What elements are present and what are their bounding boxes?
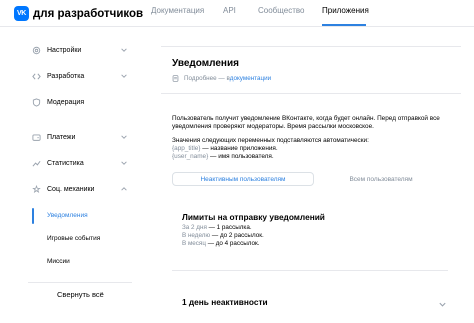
sidebar-subitem-game-events[interactable]: Игровые события bbox=[47, 235, 100, 242]
sidebar-item-label: Соц. механики bbox=[47, 185, 95, 193]
limit-row: За 2 дня — 1 рассылка. bbox=[182, 224, 252, 231]
content-divider bbox=[161, 93, 461, 94]
inactivity-section-title[interactable]: 1 день неактивности bbox=[182, 297, 268, 307]
sidebar-item-settings[interactable]: Настройки bbox=[32, 43, 128, 57]
limit-label: В месяц bbox=[182, 240, 206, 247]
social-icon bbox=[32, 184, 41, 194]
vk-logo-icon: VK bbox=[14, 6, 29, 21]
section-divider bbox=[172, 270, 448, 271]
shield-icon bbox=[32, 97, 41, 107]
var-name: {user_name} bbox=[172, 153, 209, 160]
tab-all-users[interactable]: Всем пользователям bbox=[314, 172, 448, 186]
description-line-1: Пользователь получит уведомление ВКонтак… bbox=[172, 115, 440, 122]
sidebar-item-label: Настройки bbox=[47, 46, 82, 54]
limit-value: — до 2 рассылок. bbox=[210, 232, 264, 239]
document-icon bbox=[172, 75, 179, 82]
top-header: VK для разработчиков Документация API Со… bbox=[0, 0, 474, 27]
limit-row: В месяц — до 4 рассылок. bbox=[182, 240, 260, 247]
documentation-link[interactable]: документации bbox=[230, 75, 271, 82]
var-desc: — имя пользователя. bbox=[208, 153, 274, 160]
tab-inactive-users[interactable]: Неактивным пользователям bbox=[172, 172, 314, 186]
limit-value: — 1 рассылка. bbox=[206, 224, 252, 231]
limit-value: — до 4 рассылок. bbox=[205, 240, 260, 247]
limit-label: За 2 дня bbox=[182, 224, 207, 231]
limit-label: В неделю bbox=[182, 232, 211, 239]
chevron-down-icon[interactable] bbox=[120, 72, 128, 80]
page-title: Уведомления bbox=[172, 58, 239, 69]
limits-title: Лимиты на отправку уведомлений bbox=[182, 212, 325, 222]
chevron-up-icon[interactable] bbox=[120, 185, 128, 193]
sidebar-item-label: Статистика bbox=[47, 159, 84, 167]
var-desc: — название приложения. bbox=[200, 145, 278, 152]
wallet-icon bbox=[32, 133, 41, 142]
logo[interactable]: VK для разработчиков bbox=[14, 6, 143, 21]
sidebar-item-label: Модерация bbox=[47, 98, 85, 106]
chevron-down-icon[interactable] bbox=[120, 133, 128, 141]
vars-intro: Значения следующих переменных подставляю… bbox=[172, 137, 369, 144]
sidebar-item-development[interactable]: Разработка bbox=[32, 69, 128, 83]
sidebar-subitem-missions[interactable]: Миссии bbox=[47, 258, 70, 265]
description-line-2: уведомления проверяют модераторы. Время … bbox=[172, 123, 374, 130]
sidebar-divider bbox=[28, 282, 132, 283]
sidebar-item-social-mechanics[interactable]: Соц. механики bbox=[32, 182, 128, 196]
content-top-divider bbox=[161, 46, 461, 47]
sidebar-active-indicator bbox=[32, 208, 34, 224]
sidebar-item-payments[interactable]: Платежи bbox=[32, 130, 128, 144]
chevron-down-icon[interactable] bbox=[438, 300, 447, 309]
collapse-all-button[interactable]: Свернуть всё bbox=[57, 290, 104, 299]
sidebar-item-label: Разработка bbox=[47, 72, 85, 80]
var-name: {app_title} bbox=[172, 145, 201, 152]
sidebar-subitem-notifications[interactable]: Уведомления bbox=[47, 212, 88, 219]
gear-icon bbox=[32, 46, 41, 55]
nav-api[interactable]: API bbox=[223, 6, 236, 15]
more-info: Подробнее — в документации bbox=[172, 75, 271, 82]
sidebar-item-moderation[interactable]: Модерация bbox=[32, 95, 128, 109]
nav-active-indicator bbox=[322, 24, 366, 26]
var-row: {app_title} — название приложения. bbox=[172, 145, 278, 153]
chevron-down-icon[interactable] bbox=[120, 46, 128, 54]
limit-row: В неделю — до 2 рассылок. bbox=[182, 232, 264, 239]
nav-applications[interactable]: Приложения bbox=[322, 6, 369, 15]
chart-icon bbox=[32, 159, 41, 168]
sidebar-item-label: Платежи bbox=[47, 133, 76, 141]
sidebar-item-statistics[interactable]: Статистика bbox=[32, 156, 128, 170]
logo-text: для разработчиков bbox=[33, 7, 144, 20]
code-icon bbox=[32, 72, 41, 81]
nav-community[interactable]: Сообщество bbox=[258, 6, 304, 15]
more-info-prefix: Подробнее — в bbox=[184, 75, 230, 82]
nav-documentation[interactable]: Документация bbox=[151, 6, 204, 15]
audience-tabs: Неактивным пользователям Всем пользовате… bbox=[172, 172, 448, 186]
chevron-down-icon[interactable] bbox=[120, 159, 128, 167]
var-row: {user_name} — имя пользователя. bbox=[172, 153, 274, 161]
